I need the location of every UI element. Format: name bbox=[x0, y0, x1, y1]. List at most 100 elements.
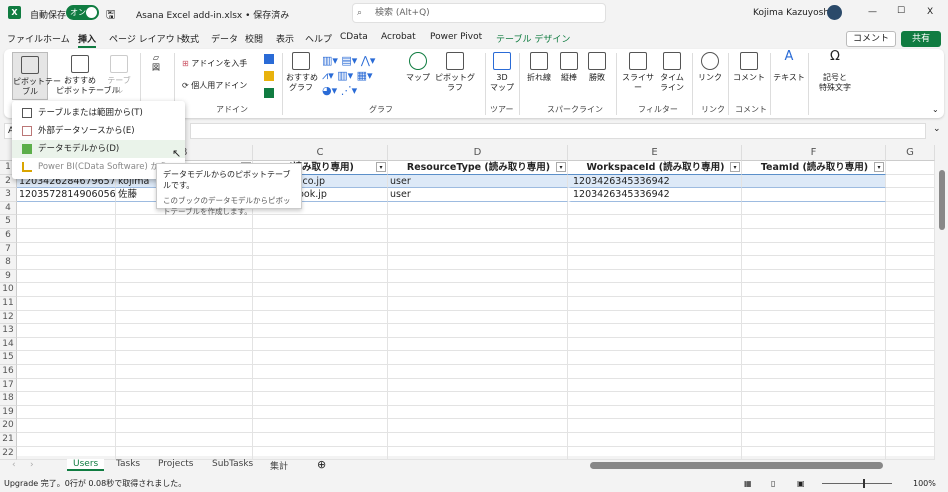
cell[interactable] bbox=[253, 419, 388, 433]
normal-view-icon[interactable]: ▦ bbox=[744, 476, 752, 492]
tab-cdata[interactable]: CData bbox=[340, 32, 368, 42]
cell[interactable] bbox=[568, 229, 742, 243]
tab-data[interactable]: データ bbox=[211, 32, 238, 45]
cell[interactable] bbox=[742, 229, 886, 243]
row-header[interactable]: 7 bbox=[0, 242, 17, 257]
cell[interactable] bbox=[253, 405, 388, 420]
cell[interactable] bbox=[388, 419, 568, 433]
cell[interactable] bbox=[568, 201, 742, 216]
cell[interactable] bbox=[886, 365, 935, 379]
tab-insert[interactable]: 挿入 bbox=[78, 32, 97, 48]
chart-type-buttons[interactable]: ▥▾ ▤▾ ⋀▾ ⩘▾ ▥▾ ▦▾ ◕▾ ⋰▾ bbox=[322, 53, 402, 98]
bing-icon[interactable] bbox=[264, 71, 274, 81]
cell[interactable] bbox=[116, 215, 253, 229]
cell[interactable] bbox=[886, 161, 935, 175]
table-cell[interactable] bbox=[742, 188, 886, 202]
cell[interactable] bbox=[17, 269, 116, 284]
cell[interactable] bbox=[17, 378, 116, 393]
cell[interactable] bbox=[568, 351, 742, 365]
share-button[interactable]: 共有 bbox=[901, 31, 941, 47]
cell[interactable] bbox=[116, 242, 253, 257]
menu-item-from-data-model[interactable]: データモデルから(D) bbox=[12, 140, 185, 158]
cell[interactable] bbox=[886, 242, 935, 257]
row-header[interactable]: 6 bbox=[0, 229, 17, 243]
cell[interactable] bbox=[886, 201, 935, 216]
table-cell[interactable]: 1203426345336942 bbox=[568, 188, 742, 202]
cell[interactable] bbox=[253, 283, 388, 297]
text-button[interactable]: A テキスト bbox=[772, 50, 806, 83]
cell[interactable] bbox=[742, 392, 886, 406]
cell[interactable] bbox=[17, 310, 116, 325]
cell[interactable] bbox=[886, 256, 935, 270]
row-header[interactable]: 20 bbox=[0, 419, 17, 433]
row-header[interactable]: 11 bbox=[0, 297, 17, 311]
cell[interactable] bbox=[17, 201, 116, 216]
table-header-cell[interactable]: ResourceType (読み取り専用) bbox=[388, 161, 568, 175]
add-sheet-button[interactable]: ⊕ bbox=[317, 458, 326, 471]
cell[interactable] bbox=[253, 324, 388, 338]
cell[interactable] bbox=[742, 310, 886, 325]
cell[interactable] bbox=[116, 269, 253, 284]
cell[interactable] bbox=[742, 365, 886, 379]
cell[interactable] bbox=[742, 419, 886, 433]
tab-formulas[interactable]: 数式 bbox=[181, 32, 199, 45]
cell[interactable] bbox=[116, 256, 253, 270]
cell[interactable] bbox=[886, 405, 935, 420]
column-header-F[interactable]: F bbox=[742, 145, 886, 161]
autosave-toggle[interactable]: オン bbox=[66, 5, 99, 20]
cell[interactable] bbox=[388, 337, 568, 352]
row-header[interactable]: 8 bbox=[0, 256, 17, 270]
cell[interactable] bbox=[253, 392, 388, 406]
zoom-level[interactable]: 100% bbox=[913, 476, 936, 492]
maps-button[interactable]: マップ bbox=[404, 52, 432, 83]
tab-page-layout[interactable]: ページ レイアウト bbox=[109, 32, 184, 45]
row-header[interactable]: 15 bbox=[0, 351, 17, 365]
page-break-view-icon[interactable]: ▣ bbox=[797, 476, 805, 492]
table-cell[interactable]: 1203572814906056 bbox=[17, 188, 116, 202]
cell[interactable] bbox=[886, 378, 935, 393]
comment-insert-button[interactable]: コメント bbox=[732, 52, 766, 83]
tab-home[interactable]: ホーム bbox=[43, 32, 70, 45]
cell[interactable] bbox=[568, 337, 742, 352]
cell[interactable] bbox=[388, 297, 568, 311]
column-header-G[interactable]: G bbox=[886, 145, 935, 161]
cell[interactable] bbox=[116, 310, 253, 325]
cell[interactable] bbox=[17, 297, 116, 311]
row-header[interactable]: 5 bbox=[0, 215, 17, 229]
cell[interactable] bbox=[568, 242, 742, 257]
cell[interactable] bbox=[886, 269, 935, 284]
sheet-tab-users[interactable]: Users bbox=[67, 459, 105, 471]
link-button[interactable]: リンク bbox=[696, 52, 724, 83]
cell[interactable] bbox=[116, 365, 253, 379]
visio-icon[interactable] bbox=[264, 54, 274, 64]
horizontal-scrollbar[interactable] bbox=[590, 462, 883, 469]
cell[interactable] bbox=[568, 405, 742, 420]
cell[interactable] bbox=[17, 392, 116, 406]
cell[interactable] bbox=[742, 324, 886, 338]
cell[interactable] bbox=[253, 297, 388, 311]
save-icon[interactable]: 🖫 bbox=[106, 6, 115, 25]
cell[interactable] bbox=[568, 419, 742, 433]
vertical-scrollbar[interactable] bbox=[936, 160, 948, 456]
3d-map-button[interactable]: 3D マップ bbox=[488, 52, 516, 93]
recommended-charts-button[interactable]: おすすめ グラフ bbox=[286, 52, 318, 93]
cell[interactable] bbox=[17, 351, 116, 365]
search-input[interactable]: ⌕ 検索 (Alt+Q) bbox=[352, 3, 606, 23]
menu-item-from-external-source[interactable]: 外部データソースから(E) bbox=[12, 122, 185, 140]
cell[interactable] bbox=[568, 310, 742, 325]
cell[interactable] bbox=[886, 392, 935, 406]
sparkline-line-button[interactable]: 折れ線 bbox=[524, 52, 554, 83]
cell[interactable] bbox=[116, 229, 253, 243]
cell[interactable] bbox=[388, 433, 568, 447]
cell[interactable] bbox=[116, 337, 253, 352]
cell[interactable] bbox=[388, 242, 568, 257]
pivot-chart-button[interactable]: ピボットグラフ bbox=[432, 52, 478, 93]
cell[interactable] bbox=[742, 269, 886, 284]
cell[interactable] bbox=[116, 351, 253, 365]
tab-acrobat[interactable]: Acrobat bbox=[381, 32, 416, 42]
cell[interactable] bbox=[742, 242, 886, 257]
symbols-button[interactable]: Ω 記号と 特殊文字 bbox=[812, 50, 858, 93]
cell[interactable] bbox=[568, 324, 742, 338]
cell[interactable] bbox=[17, 256, 116, 270]
cell[interactable] bbox=[568, 433, 742, 447]
